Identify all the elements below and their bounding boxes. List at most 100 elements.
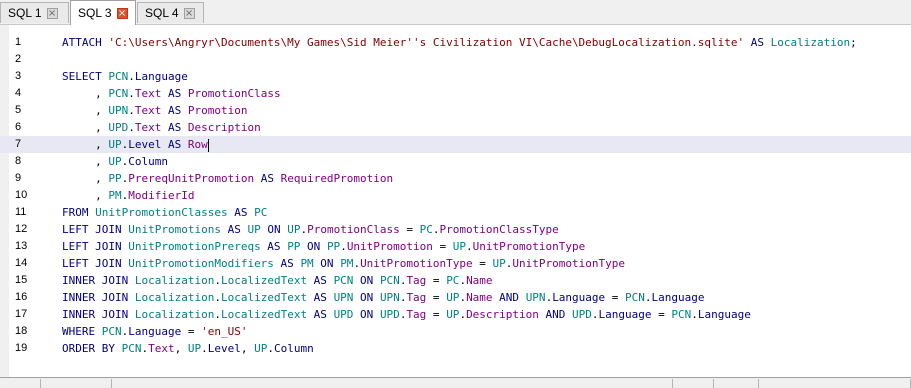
code-line[interactable]: 13 LEFT JOIN UnitPromotionPrereqs AS PP O… bbox=[0, 238, 911, 255]
tab-label: SQL 4 bbox=[145, 6, 179, 20]
code-line[interactable]: 6 , UPD.Text AS Description bbox=[0, 119, 911, 136]
code-token: UPN bbox=[333, 291, 354, 304]
code-line[interactable]: 4 , PCN.Text AS PromotionClass bbox=[0, 85, 911, 102]
code-token: AS bbox=[260, 240, 288, 253]
tab-bar: SQL 1 × SQL 3 × SQL 4 × bbox=[0, 0, 911, 25]
code-line[interactable]: 15 INNER JOIN Localization.LocalizedText … bbox=[0, 272, 911, 289]
code-token: UP bbox=[492, 257, 506, 270]
code-token: PC bbox=[446, 274, 460, 287]
code-token: = bbox=[605, 291, 626, 304]
code-token: PM bbox=[108, 189, 122, 202]
sql-editor[interactable]: 1 ATTACH 'C:\Users\Angryr\Documents\My Ga… bbox=[0, 24, 911, 378]
code-token: Text bbox=[148, 342, 175, 355]
code-token: UnitPromotionType bbox=[512, 257, 625, 270]
code-token: Level bbox=[207, 342, 241, 355]
code-text: , PM.ModifierId bbox=[62, 187, 194, 204]
code-token: = bbox=[432, 240, 453, 253]
code-token: . bbox=[267, 342, 274, 355]
code-token: ORDER BY bbox=[62, 342, 122, 355]
code-token: LocalizedText bbox=[220, 291, 308, 304]
code-line[interactable]: 10 , PM.ModifierId bbox=[0, 187, 911, 204]
code-token: UPN bbox=[379, 291, 400, 304]
code-token: Localization bbox=[134, 308, 215, 321]
code-token: . bbox=[340, 240, 347, 253]
code-line[interactable]: 8 , UP.Column bbox=[0, 153, 911, 170]
code-line[interactable]: 14 LEFT JOIN UnitPromotionModifiers AS PM… bbox=[0, 255, 911, 272]
code-token: Row bbox=[187, 138, 208, 151]
code-token: UnitPromotionClasses bbox=[95, 206, 228, 219]
code-text: LEFT JOIN UnitPromotions AS UP ON UP.Pro… bbox=[62, 221, 559, 238]
code-token: AS bbox=[307, 308, 334, 321]
code-token: ON bbox=[260, 223, 288, 236]
code-line[interactable]: 3 SELECT PCN.Language bbox=[0, 68, 911, 85]
code-token: Language bbox=[552, 291, 606, 304]
code-token: . bbox=[591, 308, 599, 321]
code-token: AS bbox=[307, 274, 334, 287]
code-token: Language bbox=[598, 308, 652, 321]
code-token: ; bbox=[850, 36, 857, 49]
code-token: UPD bbox=[333, 308, 354, 321]
code-line[interactable]: 9 , PP.PrereqUnitPromotion AS RequiredPr… bbox=[0, 170, 911, 187]
code-token: . bbox=[128, 104, 135, 117]
line-number: 9 bbox=[15, 172, 22, 184]
code-token: PCN bbox=[108, 87, 129, 100]
code-line[interactable]: 7 , UP.Level AS Row bbox=[0, 136, 911, 153]
code-token: UPD bbox=[108, 121, 129, 134]
code-token: AS bbox=[227, 206, 255, 219]
tab-sql-4[interactable]: SQL 4 × bbox=[137, 2, 204, 23]
code-token: AS bbox=[744, 36, 771, 49]
code-token: SELECT bbox=[62, 70, 109, 83]
code-token: = bbox=[426, 274, 447, 287]
code-line[interactable]: 18 WHERE PCN.Language = 'en_US' bbox=[0, 323, 911, 340]
code-token: . bbox=[128, 70, 135, 83]
code-token: Language bbox=[134, 70, 188, 83]
code-line[interactable]: 2 bbox=[0, 51, 911, 68]
close-icon[interactable]: × bbox=[183, 7, 195, 19]
code-line[interactable]: 17 INNER JOIN Localization.LocalizedText … bbox=[0, 306, 911, 323]
code-token: , bbox=[174, 342, 188, 355]
code-line[interactable]: 11 FROM UnitPromotionClasses AS PC bbox=[0, 204, 911, 221]
code-text: , UP.Level AS Row bbox=[62, 136, 209, 153]
code-line[interactable]: 12 LEFT JOIN UnitPromotions AS UP ON UP.P… bbox=[0, 221, 911, 238]
code-text: ORDER BY PCN.Text, UP.Level, UP.Column bbox=[62, 340, 314, 357]
code-token: AS bbox=[273, 257, 301, 270]
code-token: PCN bbox=[121, 342, 142, 355]
line-number: 14 bbox=[15, 257, 28, 269]
tab-sql-1[interactable]: SQL 1 × bbox=[0, 2, 69, 23]
code-token: INNER JOIN bbox=[62, 308, 135, 321]
code-token: PromotionClass bbox=[307, 223, 400, 236]
code-line[interactable]: 5 , UPN.Text AS Promotion bbox=[0, 102, 911, 119]
code-token: Localization bbox=[134, 291, 215, 304]
line-number: 13 bbox=[15, 240, 28, 252]
close-icon[interactable]: × bbox=[116, 7, 128, 19]
line-number: 18 bbox=[15, 325, 28, 337]
code-token: UnitPromotionPrereqs bbox=[128, 240, 261, 253]
line-number: 15 bbox=[15, 274, 28, 286]
tab-sql-3[interactable]: SQL 3 × bbox=[70, 0, 136, 25]
code-line[interactable]: 1 ATTACH 'C:\Users\Angryr\Documents\My Ga… bbox=[0, 34, 911, 51]
code-text: FROM UnitPromotionClasses AS PC bbox=[62, 204, 267, 221]
code-token: PromotionClassType bbox=[439, 223, 559, 236]
line-number: 11 bbox=[15, 206, 27, 218]
close-icon[interactable]: × bbox=[46, 7, 58, 19]
line-number: 16 bbox=[15, 291, 28, 303]
code-token: ON bbox=[353, 308, 380, 321]
code-token: PC bbox=[254, 206, 268, 219]
code-token: UP bbox=[187, 342, 202, 355]
code-token: Text bbox=[134, 104, 162, 117]
code-text: ATTACH 'C:\Users\Angryr\Documents\My Gam… bbox=[62, 34, 857, 51]
code-token: ON bbox=[313, 257, 341, 270]
code-token: LocalizedText bbox=[220, 308, 308, 321]
code-line[interactable]: 19 ORDER BY PCN.Text, UP.Level, UP.Column bbox=[0, 340, 911, 357]
code-token: Level bbox=[128, 138, 162, 151]
code-token: = bbox=[651, 308, 672, 321]
code-token: AND bbox=[538, 308, 573, 321]
code-line[interactable]: 16 INNER JOIN Localization.LocalizedText … bbox=[0, 289, 911, 306]
code-token: INNER JOIN bbox=[62, 291, 135, 304]
code-token: UnitPromotionType bbox=[360, 257, 473, 270]
code-token: . bbox=[432, 223, 440, 236]
code-token: . bbox=[201, 342, 208, 355]
code-text: INNER JOIN Localization.LocalizedText AS… bbox=[62, 272, 493, 289]
line-number: 4 bbox=[15, 87, 22, 99]
code-token: = bbox=[426, 291, 447, 304]
